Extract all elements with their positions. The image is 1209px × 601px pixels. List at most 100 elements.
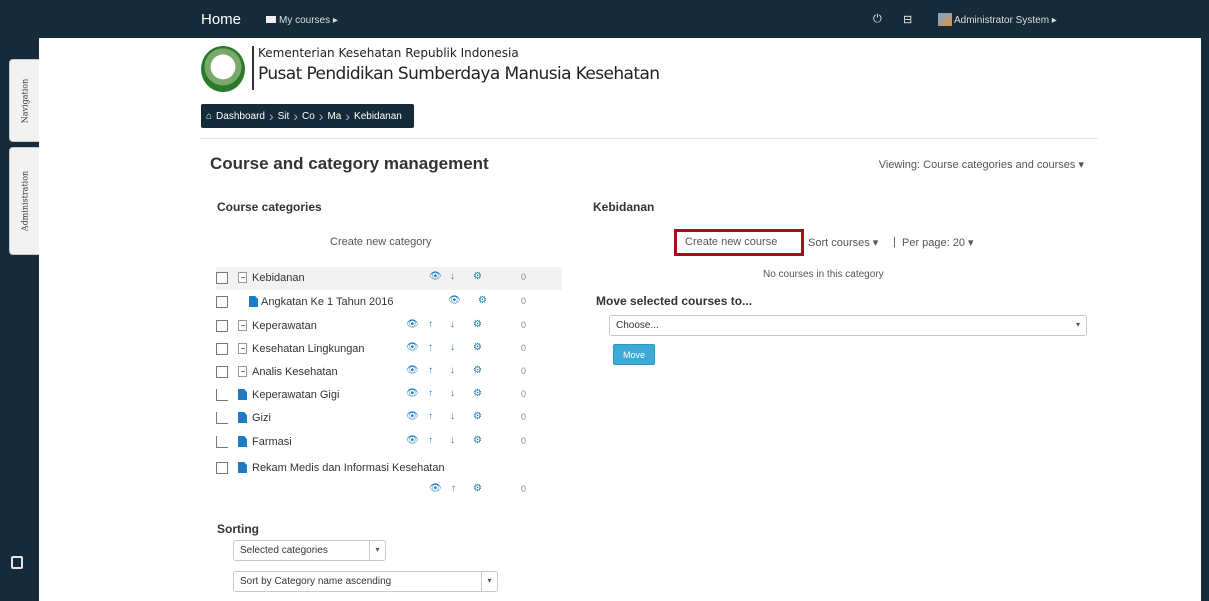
top-navbar: Home My courses ▸ ⏻ ⊟ Administrator Syst…: [39, 0, 1201, 38]
category-row[interactable]: Angkatan Ke 1 Tahun 2016 👁 ⚙ 0: [216, 291, 562, 314]
breadcrumb-courses[interactable]: Co: [298, 111, 319, 122]
breadcrumb-manage[interactable]: Ma: [323, 111, 345, 122]
category-name[interactable]: Gizi: [252, 412, 271, 424]
move-down-icon[interactable]: ↓: [450, 411, 455, 422]
category-row[interactable]: Kesehatan Lingkungan 👁 ↑ ↓ ⚙ 0: [216, 338, 562, 361]
category-name[interactable]: Keperawatan Gigi: [252, 389, 339, 401]
gear-icon[interactable]: ⚙: [473, 388, 482, 399]
expand-icon[interactable]: [238, 343, 247, 354]
gear-icon[interactable]: ⚙: [473, 271, 482, 282]
sorting-heading: Sorting: [217, 522, 259, 536]
visibility-icon[interactable]: 👁: [429, 483, 442, 494]
expand-icon[interactable]: [238, 366, 247, 377]
move-up-icon[interactable]: ↑: [428, 365, 433, 376]
sort-courses-menu[interactable]: Sort courses ▾: [808, 236, 878, 249]
dock-tab-administration[interactable]: Administration: [9, 147, 39, 255]
category-row[interactable]: Keperawatan Gigi 👁 ↑ ↓ ⚙ 0: [216, 384, 562, 407]
category-row[interactable]: Analis Kesehatan 👁 ↑ ↓ ⚙ 0: [216, 361, 562, 384]
course-count: 0: [521, 436, 527, 446]
visibility-icon[interactable]: 👁: [406, 411, 419, 422]
visibility-icon[interactable]: 👁: [406, 388, 419, 399]
move-down-icon[interactable]: ↓: [450, 365, 455, 376]
category-name[interactable]: Keperawatan: [252, 320, 317, 332]
move-down-icon[interactable]: ↓: [450, 271, 455, 282]
sort-scope-select[interactable]: Selected categories ▾: [233, 540, 386, 561]
breadcrumb-site-admin[interactable]: Sit: [274, 111, 294, 122]
category-checkbox[interactable]: [216, 296, 228, 308]
move-up-icon[interactable]: ↑: [451, 483, 456, 494]
category-row[interactable]: Keperawatan 👁 ↑ ↓ ⚙ 0: [216, 315, 562, 338]
empty-courses-message: No courses in this category: [763, 269, 884, 280]
move-up-icon[interactable]: ↑: [428, 319, 433, 330]
folder-icon: [249, 296, 258, 307]
messages-icon[interactable]: ⊟: [903, 13, 912, 26]
dock-tab-navigation-label: Navigation: [20, 78, 29, 123]
category-row[interactable]: Rekam Medis dan Informasi Kesehatan 👁 ↑ …: [216, 457, 562, 501]
folder-icon: [238, 436, 247, 447]
move-down-icon[interactable]: ↓: [450, 319, 455, 330]
move-down-icon[interactable]: ↓: [450, 388, 455, 399]
expand-icon[interactable]: [238, 272, 247, 283]
my-courses-menu[interactable]: My courses ▸: [266, 15, 338, 26]
course-count: 0: [521, 366, 527, 376]
create-course-link[interactable]: Create new course: [674, 229, 804, 256]
visibility-icon[interactable]: 👁: [406, 319, 419, 330]
gear-icon[interactable]: ⚙: [473, 319, 482, 330]
category-checkbox[interactable]: [216, 462, 228, 474]
gear-icon[interactable]: ⚙: [473, 435, 482, 446]
category-name[interactable]: Kesehatan Lingkungan: [252, 343, 365, 355]
visibility-icon[interactable]: 👁: [406, 365, 419, 376]
move-up-icon[interactable]: ↑: [428, 388, 433, 399]
viewing-value[interactable]: Course categories and courses ▾: [923, 159, 1084, 171]
category-name[interactable]: Analis Kesehatan: [252, 366, 338, 378]
breadcrumb-dashboard[interactable]: Dashboard: [212, 111, 269, 122]
category-checkbox[interactable]: [216, 343, 228, 355]
expand-icon[interactable]: [238, 320, 247, 331]
move-up-icon[interactable]: ↑: [428, 411, 433, 422]
category-row[interactable]: Kebidanan 👁 ↓ ⚙ 0: [216, 267, 562, 290]
course-count: 0: [521, 320, 527, 330]
move-down-icon[interactable]: ↓: [450, 435, 455, 446]
per-page-menu[interactable]: Per page: 20 ▾: [902, 236, 974, 249]
move-target-select[interactable]: Choose... ▾: [609, 315, 1087, 336]
create-category-link[interactable]: Create new category: [330, 236, 432, 248]
gear-icon[interactable]: ⚙: [473, 342, 482, 353]
visibility-icon[interactable]: 👁: [406, 342, 419, 353]
category-name[interactable]: Rekam Medis dan Informasi Kesehatan: [252, 462, 445, 474]
breadcrumb: ⌂ Dashboard › Sit › Co › Ma › Kebidanan: [201, 104, 414, 128]
category-checkbox[interactable]: [216, 272, 228, 284]
dock-toggle-icon[interactable]: [11, 556, 23, 569]
category-name[interactable]: Farmasi: [252, 436, 292, 448]
gear-icon[interactable]: ⚙: [473, 483, 482, 494]
avatar: [938, 13, 952, 26]
sort-order-select[interactable]: Sort by Category name ascending ▾: [233, 571, 498, 592]
breadcrumb-current[interactable]: Kebidanan: [350, 111, 406, 122]
category-name[interactable]: Angkatan Ke 1 Tahun 2016: [261, 296, 394, 308]
move-button[interactable]: Move: [613, 344, 655, 365]
move-up-icon[interactable]: ↑: [428, 342, 433, 353]
gear-icon[interactable]: ⚙: [473, 411, 482, 422]
power-icon[interactable]: ⏻: [873, 13, 882, 26]
home-link[interactable]: Home: [201, 11, 241, 28]
dock-tab-navigation[interactable]: Navigation: [9, 59, 39, 142]
gear-icon[interactable]: ⚙: [478, 295, 487, 306]
viewing-selector[interactable]: Viewing: Course categories and courses ▾: [879, 158, 1084, 171]
category-checkbox[interactable]: [216, 366, 228, 378]
courses-heading: Kebidanan: [593, 200, 655, 214]
visibility-icon[interactable]: 👁: [429, 271, 442, 282]
gear-icon[interactable]: ⚙: [473, 365, 482, 376]
category-row[interactable]: Farmasi 👁 ↑ ↓ ⚙ 0: [216, 431, 562, 454]
categories-heading: Course categories: [217, 200, 322, 214]
move-down-icon[interactable]: ↓: [450, 342, 455, 353]
user-menu[interactable]: Administrator System ▸: [938, 13, 1057, 26]
move-up-icon[interactable]: ↑: [428, 435, 433, 446]
category-checkbox[interactable]: [216, 320, 228, 332]
folder-icon: [238, 412, 247, 423]
briefcase-icon: [266, 16, 276, 23]
category-name[interactable]: Kebidanan: [252, 272, 305, 284]
visibility-icon[interactable]: 👁: [406, 435, 419, 446]
category-row[interactable]: Gizi 👁 ↑ ↓ ⚙ 0: [216, 407, 562, 430]
tree-connector: [216, 412, 228, 424]
visibility-icon[interactable]: 👁: [448, 295, 461, 306]
logo-divider: [252, 46, 254, 90]
